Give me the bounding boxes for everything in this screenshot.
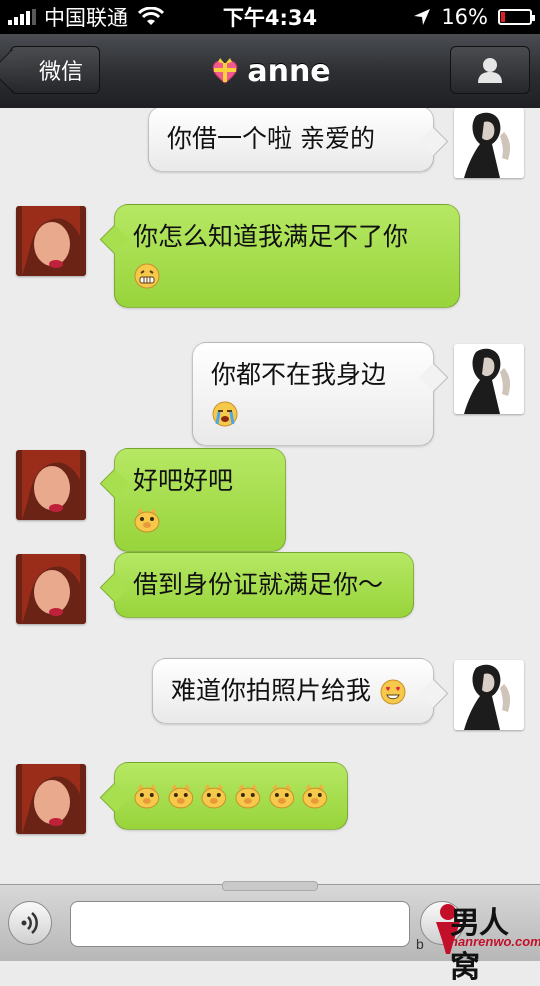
message-bubble-incoming[interactable]: 借到身份证就满足你～ [114,552,414,618]
woman-portrait-image [16,206,86,276]
gift-heart-icon [213,58,238,84]
message-bubble-incoming[interactable]: 你怎么知道我满足不了你 [114,204,460,308]
avatar-contact[interactable] [16,206,86,276]
pig-face-emoji [201,784,227,809]
message-input[interactable] [70,901,410,947]
battery-icon [498,9,535,25]
message-text: 好吧好吧 [133,466,234,495]
clock: 下午4:34 [222,6,318,30]
crying-emoji [212,401,238,427]
avatar-self[interactable] [454,660,524,730]
pig-face-emoji [134,784,160,809]
chat-message-list[interactable]: 你借一个啦 亲爱的 你怎么知道我满足不了你 你都不在我身边 好吧好吧 借到身份证… [0,108,540,884]
pig-face-emoji [134,508,160,533]
pig-face-emoji [269,784,294,809]
avatar-self[interactable] [454,344,524,414]
sound-wave-icon [21,912,38,934]
signal-strength-icon [8,9,36,25]
message-text: 你都不在我身边 [211,360,387,389]
message-bubble-incoming[interactable]: 好吧好吧 [114,448,286,552]
woman-portrait-image [16,450,86,520]
woman-portrait-image [16,554,86,624]
heart-eyes-emoji [380,679,406,705]
navigation-bar: 微信 anne [0,34,540,109]
message-text: 难道你拍照片给我 [171,676,372,705]
battery-level-fill [501,12,505,22]
message-text: 借到身份证就满足你～ [133,570,384,599]
woman-portrait-image [16,764,86,834]
location-arrow-icon [414,9,431,25]
chat-title-text: anne [247,53,331,89]
avatar-contact[interactable] [16,450,86,520]
avatar-self[interactable] [454,108,524,178]
avatar-contact[interactable] [16,764,86,834]
pig-face-emoji [168,784,193,809]
message-text: 你借一个啦 亲爱的 [167,124,375,153]
pig-face-emoji [302,784,328,809]
message-bubble-outgoing[interactable]: 你都不在我身边 [192,342,434,446]
man-portrait-image [454,108,524,178]
message-bubble-incoming[interactable] [114,762,348,830]
drag-handle[interactable] [222,881,318,891]
message-text: 你怎么知道我满足不了你 [133,222,409,251]
avatar-contact[interactable] [16,554,86,624]
man-portrait-image [454,660,524,730]
grin-emoji [134,263,160,289]
wifi-icon [138,7,164,25]
watermark-url: nanrenwo.com [450,934,540,949]
site-watermark: b 男人窝 nanrenwo.com [416,898,540,984]
pig-face-emoji [235,784,261,809]
man-portrait-image [454,344,524,414]
status-bar: 中国联通 下午4:34 16% [0,0,540,34]
message-bubble-outgoing[interactable]: 难道你拍照片给我 [152,658,434,724]
message-bubble-outgoing[interactable]: 你借一个啦 亲爱的 [148,108,434,172]
battery-percent: 16% [441,5,488,29]
contact-profile-button[interactable] [450,46,530,94]
voice-input-button[interactable] [8,901,52,945]
carrier-name: 中国联通 [44,6,128,30]
person-icon [478,58,502,83]
watermark-prefix: b [416,936,424,952]
